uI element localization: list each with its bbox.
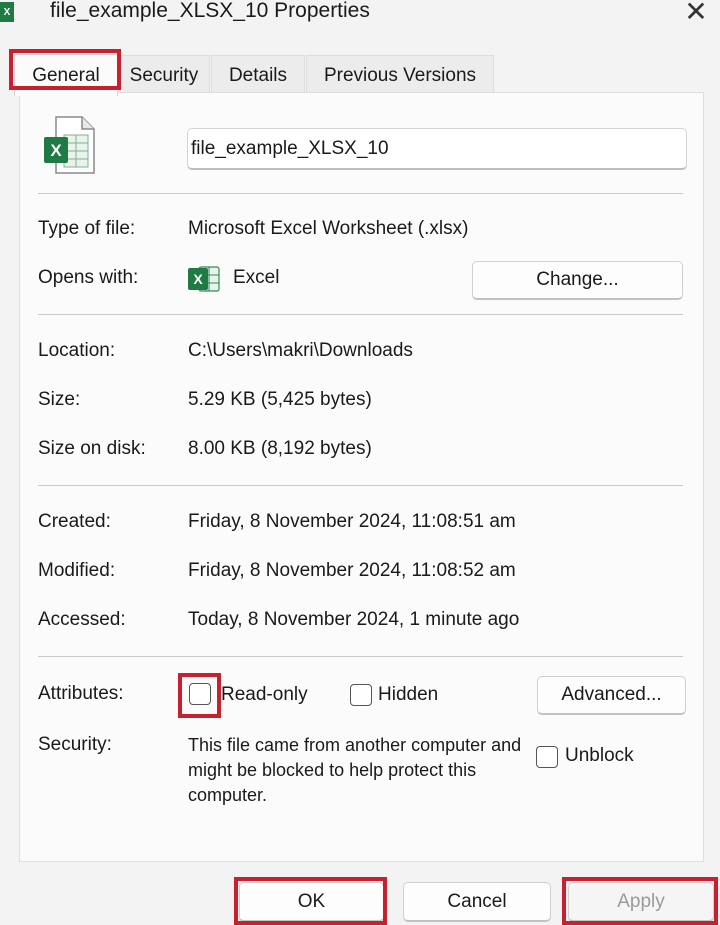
size-value: 5.29 KB (5,425 bytes) xyxy=(188,389,372,410)
attributes-label: Attributes: xyxy=(38,683,124,704)
size-on-disk-value: 8.00 KB (8,192 bytes) xyxy=(188,438,372,459)
accessed-value: Today, 8 November 2024, 1 minute ago xyxy=(188,609,520,630)
accessed-label: Accessed: xyxy=(38,609,126,630)
file-name-input[interactable] xyxy=(187,128,687,170)
tab-previous-versions[interactable]: Previous Versions xyxy=(306,55,494,95)
separator xyxy=(38,193,683,194)
ok-button[interactable]: OK xyxy=(239,882,384,922)
excel-icon: X xyxy=(0,2,14,22)
svg-text:X: X xyxy=(193,271,203,287)
svg-text:X: X xyxy=(50,141,62,160)
security-label: Security: xyxy=(38,734,112,755)
readonly-checkbox[interactable] xyxy=(189,683,211,705)
separator xyxy=(38,485,683,486)
size-on-disk-label: Size on disk: xyxy=(38,438,146,459)
advanced-button-label: Advanced... xyxy=(561,684,662,705)
tab-details[interactable]: Details xyxy=(211,55,305,95)
tab-label: Details xyxy=(228,64,288,86)
opens-with-value: Excel xyxy=(233,267,280,288)
readonly-label: Read-only xyxy=(221,684,308,705)
close-icon: ✕ xyxy=(684,0,708,27)
security-message: This file came from another computer and… xyxy=(188,735,522,805)
apply-button[interactable]: Apply xyxy=(568,882,714,922)
unblock-label: Unblock xyxy=(565,745,634,766)
advanced-button[interactable]: Advanced... xyxy=(537,676,686,715)
tab-label: General xyxy=(32,64,100,86)
ok-button-label: OK xyxy=(297,890,326,912)
cancel-button-label: Cancel xyxy=(447,890,507,912)
unblock-checkbox[interactable] xyxy=(536,746,558,768)
hidden-checkbox[interactable] xyxy=(350,684,372,706)
type-of-file-value: Microsoft Excel Worksheet (.xlsx) xyxy=(188,218,469,239)
size-label: Size: xyxy=(38,389,81,410)
hidden-label: Hidden xyxy=(378,684,439,705)
separator xyxy=(38,656,683,657)
cancel-button[interactable]: Cancel xyxy=(403,882,551,922)
location-value: C:\Users\makri\Downloads xyxy=(188,340,413,361)
excel-file-icon: X xyxy=(44,116,95,174)
type-of-file-label: Type of file: xyxy=(38,218,136,239)
change-button[interactable]: Change... xyxy=(472,261,683,300)
excel-app-icon: X xyxy=(188,266,220,292)
change-button-label: Change... xyxy=(536,269,619,290)
close-button[interactable]: ✕ xyxy=(680,0,712,28)
tab-security[interactable]: Security xyxy=(118,55,210,95)
opens-with-label: Opens with: xyxy=(38,267,139,288)
title-bar: X file_example_XLSX_10 Properties ✕ xyxy=(0,0,720,34)
modified-value: Friday, 8 November 2024, 11:08:52 am xyxy=(188,560,516,581)
tab-label: Security xyxy=(129,64,199,86)
apply-button-label: Apply xyxy=(617,890,665,912)
location-label: Location: xyxy=(38,340,116,361)
tab-strip: General Security Details Previous Versio… xyxy=(0,50,720,96)
tab-label: Previous Versions xyxy=(323,64,477,86)
window-title: file_example_XLSX_10 Properties xyxy=(50,0,370,22)
created-label: Created: xyxy=(38,511,111,532)
separator xyxy=(38,314,683,315)
created-value: Friday, 8 November 2024, 11:08:51 am xyxy=(188,511,516,532)
modified-label: Modified: xyxy=(38,560,116,581)
tab-general[interactable]: General xyxy=(14,54,118,96)
